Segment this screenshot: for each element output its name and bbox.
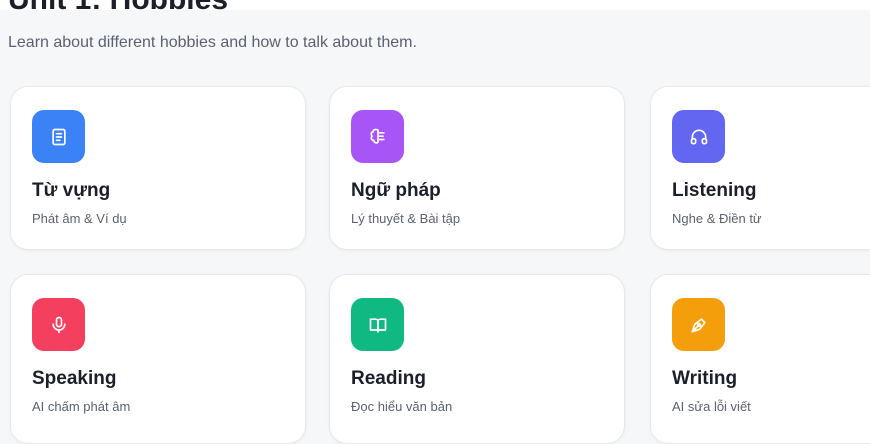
card-description: Đọc hiểu văn bản xyxy=(351,399,453,414)
card-title: Writing xyxy=(672,368,738,389)
headphones-icon xyxy=(672,110,725,163)
book-icon xyxy=(32,110,85,163)
card-grammar[interactable]: Ngữ pháp Lý thuyết & Bài tập xyxy=(329,86,625,250)
page-title: Unit 1: Hobbies xyxy=(8,0,228,18)
card-title: Từ vựng xyxy=(32,180,111,201)
card-description: AI chấm phát âm xyxy=(32,399,131,414)
card-vocabulary[interactable]: Từ vựng Phát âm & Ví dụ xyxy=(10,86,306,250)
pen-icon xyxy=(672,298,725,351)
card-writing[interactable]: Writing AI sửa lỗi viết xyxy=(650,274,870,444)
card-reading[interactable]: Reading Đọc hiểu văn bản xyxy=(329,274,625,444)
card-description: Nghe & Điền từ xyxy=(672,211,762,226)
microphone-icon xyxy=(32,298,85,351)
card-title: Ngữ pháp xyxy=(351,180,441,201)
open-book-icon xyxy=(351,298,404,351)
card-speaking[interactable]: Speaking AI chấm phát âm xyxy=(10,274,306,444)
card-title: Reading xyxy=(351,368,426,389)
card-listening[interactable]: Listening Nghe & Điền từ xyxy=(650,86,870,250)
card-description: AI sửa lỗi viết xyxy=(672,399,751,414)
card-title: Speaking xyxy=(32,368,117,389)
page-subtitle: Learn about different hobbies and how to… xyxy=(8,34,417,51)
card-title: Listening xyxy=(672,180,757,201)
card-description: Lý thuyết & Bài tập xyxy=(351,211,461,226)
card-description: Phát âm & Ví dụ xyxy=(32,211,127,226)
brain-icon xyxy=(351,110,404,163)
